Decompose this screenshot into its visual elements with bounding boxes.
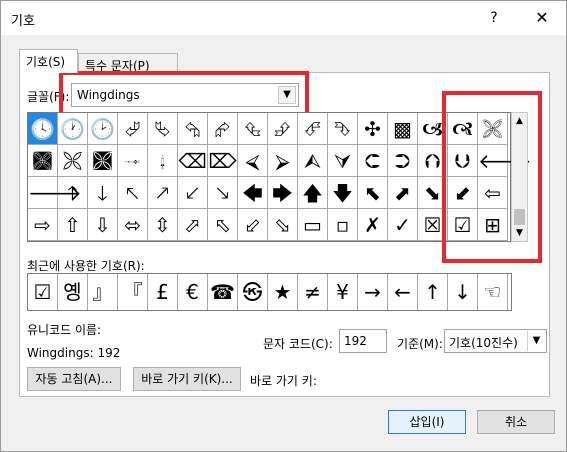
symbol-cell[interactable]: ⮶ xyxy=(298,113,328,145)
symbol-cell[interactable]: 🙬 xyxy=(118,145,148,177)
symbol-cell[interactable]: ⇧ xyxy=(58,209,88,241)
recent-symbol-cell[interactable]: £ xyxy=(148,274,178,310)
recent-symbol-cell[interactable]: ↑ xyxy=(418,274,448,310)
highlight-box-grid xyxy=(442,91,542,263)
symbol-cell[interactable]: 🡑 xyxy=(58,177,88,209)
symbol-cell[interactable]: 🡇 xyxy=(328,177,358,209)
symbol-cell[interactable]: 🡆 xyxy=(268,177,298,209)
symbol-cell[interactable]: ▩ xyxy=(388,113,418,145)
unicode-name-value: Wingdings: 192 xyxy=(27,346,121,360)
symbol-cell[interactable]: ⇩ xyxy=(88,209,118,241)
symbol-cell[interactable]: ⌦ xyxy=(208,145,238,177)
symbol-cell[interactable]: 🕐 xyxy=(58,113,88,145)
symbol-cell[interactable]: ⮷ xyxy=(328,113,358,145)
shortcut-key-label: 바로 가기 키: xyxy=(250,374,317,388)
recent-symbol-cell[interactable]: ≠ xyxy=(298,274,328,310)
symbol-cell[interactable]: 🡄 xyxy=(238,177,268,209)
symbol-cell[interactable]: 🕑 xyxy=(88,113,118,145)
symbol-cell[interactable]: ⇨ xyxy=(28,209,58,241)
recent-symbol-cell[interactable]: ★ xyxy=(268,274,298,310)
base-label: 기준(M): xyxy=(397,337,443,351)
symbol-cell[interactable]: 🡅 xyxy=(298,177,328,209)
char-code-input[interactable]: 192 xyxy=(339,329,387,353)
symbol-cell[interactable]: ✗ xyxy=(358,209,388,241)
symbol-cell[interactable]: ⮴ xyxy=(238,113,268,145)
recent-symbol-cell[interactable]: ☜ xyxy=(478,274,508,310)
symbol-cell[interactable]: ⮱ xyxy=(148,113,178,145)
symbol-cell[interactable]: 🡕 xyxy=(148,177,178,209)
cancel-button[interactable]: 취소 xyxy=(477,410,555,434)
title-bar: 기호 ? ✕ xyxy=(1,1,566,35)
symbol-cell[interactable]: ⬀ xyxy=(178,209,208,241)
autocorrect-button[interactable]: 자동 고침(A)... xyxy=(27,367,121,391)
symbol-cell[interactable]: ⌫ xyxy=(178,145,208,177)
symbol-cell[interactable]: 🙫 xyxy=(88,145,118,177)
symbol-cell[interactable]: ⬁ xyxy=(208,209,238,241)
tab-special-characters[interactable]: 특수 문자(P) xyxy=(78,53,178,73)
symbol-cell[interactable]: 🙭 xyxy=(148,145,178,177)
recent-symbol-cell[interactable]: ¥ xyxy=(328,274,358,310)
symbol-cell[interactable]: ✓ xyxy=(388,209,418,241)
symbol-cell[interactable]: ⬉ xyxy=(358,177,388,209)
symbol-cell[interactable]: ⮲ xyxy=(178,113,208,145)
symbol-cell[interactable]: ⬄ xyxy=(118,209,148,241)
symbol-cell[interactable]: ⮘ xyxy=(238,145,268,177)
symbol-cell[interactable]: ⮈ xyxy=(358,145,388,177)
highlight-box-font xyxy=(59,71,309,116)
recent-symbol-cell[interactable]: ☎ xyxy=(208,274,238,310)
base-select-value: 기호(10진수) xyxy=(449,336,518,350)
dialog-title: 기호 xyxy=(11,14,35,29)
symbol-grid: 🕓 🕐 🕑 ⮰ ⮱ ⮲ ⮳ ⮴ ⮵ ⮶ ⮷ ✣ ▩ 🙦 🙧 🙨 🙩 🙪 🙫 🙬 🙭 ⌫ ⌦ ⮘ ⮚ ⮙ ⮛ ⮈ ⮊ ⮉ ⮋ 🡐 🡒 🡑 🡓 🡔 🡕 🡗 🡖 🡄… xyxy=(27,112,532,242)
recent-symbol-cell[interactable]: ㉿ xyxy=(238,274,268,310)
symbol-cell[interactable]: 🡗 xyxy=(178,177,208,209)
close-button[interactable]: ✕ xyxy=(530,7,554,29)
chevron-down-icon[interactable]: ▼ xyxy=(527,331,545,351)
symbol-cell[interactable]: 🡓 xyxy=(88,177,118,209)
recent-symbol-cell[interactable]: → xyxy=(358,274,388,310)
recent-symbols: ☑ 옝』『£ € ☎ ㉿ ★ ≠ ¥ → ← ↑ ↓ ☜ xyxy=(27,273,512,311)
symbol-cell[interactable]: ⮳ xyxy=(208,113,238,145)
recent-symbol-cell[interactable]: 『 xyxy=(118,274,148,310)
symbol-cell[interactable]: ⮚ xyxy=(268,145,298,177)
symbol-cell[interactable]: ▫ xyxy=(328,209,358,241)
tab-symbols[interactable]: 기호(S) xyxy=(19,49,78,73)
recent-symbol-cell[interactable]: 』 xyxy=(88,274,118,310)
base-select[interactable]: 기호(10진수) ▼ xyxy=(444,329,547,353)
symbol-cell[interactable]: ⮙ xyxy=(298,145,328,177)
recent-symbol-cell[interactable]: 옝 xyxy=(58,274,88,310)
symbol-cell[interactable]: ⮊ xyxy=(388,145,418,177)
symbol-cell[interactable]: ⬃ xyxy=(238,209,268,241)
recent-symbol-cell[interactable]: € xyxy=(178,274,208,310)
recent-symbol-cell[interactable]: ☑ xyxy=(28,274,58,310)
symbol-cell[interactable]: ⮰ xyxy=(118,113,148,145)
symbol-cell[interactable]: ⬂ xyxy=(268,209,298,241)
symbol-cell[interactable]: ▭ xyxy=(298,209,328,241)
symbol-cell[interactable]: ⬈ xyxy=(388,177,418,209)
symbol-cell[interactable]: 🡔 xyxy=(118,177,148,209)
help-button[interactable]: ? xyxy=(482,7,506,29)
symbol-cell[interactable]: 🙩 xyxy=(28,145,58,177)
symbol-cell[interactable]: 🡖 xyxy=(208,177,238,209)
unicode-name-label: 유니코드 이름: xyxy=(27,323,102,337)
recent-symbols-label: 최근에 사용한 기호(R): xyxy=(27,259,145,273)
symbol-cell[interactable]: 🡒 xyxy=(28,177,82,209)
recent-symbol-cell[interactable]: ← xyxy=(388,274,418,310)
symbol-cell[interactable]: ⇳ xyxy=(148,209,178,241)
recent-symbol-cell[interactable]: ↓ xyxy=(448,274,478,310)
symbol-dialog: 기호 ? ✕ 기호(S) 특수 문자(P) 글꼴(F): Wingdings ▼… xyxy=(0,0,567,452)
symbol-cell[interactable]: 🙪 xyxy=(58,145,88,177)
char-code-label: 문자 코드(C): xyxy=(263,337,333,351)
symbol-cell[interactable]: ⮛ xyxy=(328,145,358,177)
shortcut-key-button[interactable]: 바로 가기 키(K)... xyxy=(133,367,241,391)
symbol-cell[interactable]: ✣ xyxy=(358,113,388,145)
symbol-cell[interactable]: 🕓 xyxy=(28,113,58,145)
insert-button[interactable]: 삽입(I) xyxy=(388,410,466,434)
symbol-cell[interactable]: ⮵ xyxy=(268,113,298,145)
